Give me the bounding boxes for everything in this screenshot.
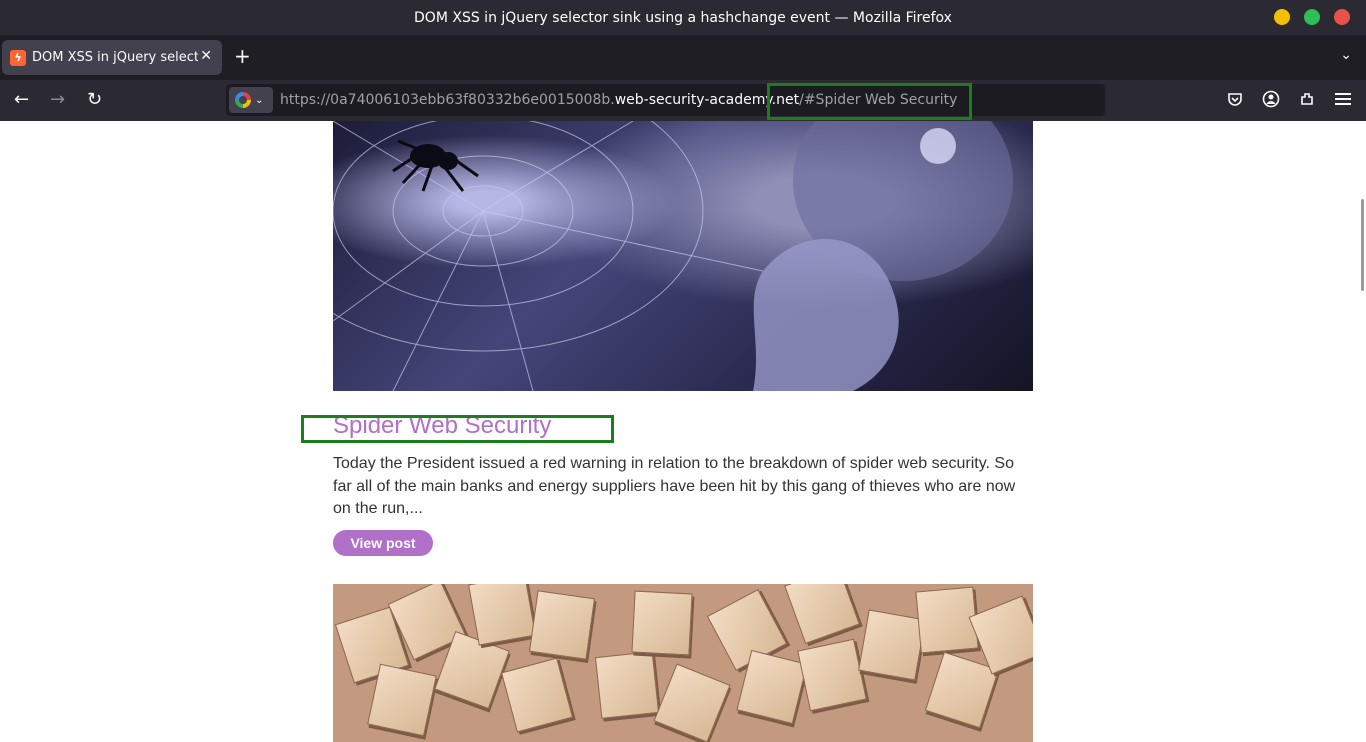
window-title: DOM XSS in jQuery selector sink using a … [414, 9, 952, 26]
back-button[interactable]: ← [14, 90, 29, 110]
tab-strip: ϟ DOM XSS in jQuery selector sink using … [0, 35, 1366, 80]
list-all-tabs-button[interactable]: ⌄ [1340, 47, 1352, 63]
window-controls [1274, 9, 1350, 25]
url-hash-highlight-box [767, 83, 972, 120]
toolbar-icons [1226, 90, 1352, 108]
window-titlebar: DOM XSS in jQuery selector sink using a … [0, 0, 1366, 35]
tab-close-icon[interactable]: ✕ [200, 48, 212, 64]
portswigger-favicon-icon: ϟ [10, 49, 26, 66]
post-image-wooden-blocks [333, 584, 1033, 742]
reload-button[interactable]: ↻ [87, 90, 102, 110]
account-icon[interactable] [1262, 90, 1280, 108]
minimize-button[interactable] [1274, 9, 1290, 25]
maximize-button[interactable] [1304, 9, 1320, 25]
pocket-icon[interactable] [1226, 90, 1244, 108]
navigation-toolbar: ← → ↻ ⌄ https://0a74006103ebb63f80332b6e… [0, 80, 1366, 121]
extensions-icon[interactable] [1298, 90, 1316, 108]
new-tab-button[interactable]: + [234, 46, 251, 66]
menu-icon[interactable] [1334, 90, 1352, 108]
post-summary: Today the President issued a red warning… [333, 455, 1016, 517]
url-bar[interactable]: ⌄ https://0a74006103ebb63f80332b6e001500… [226, 84, 1105, 116]
chevron-down-icon: ⌄ [255, 94, 264, 106]
forward-button[interactable]: → [50, 90, 65, 110]
scrollbar-thumb[interactable] [1361, 199, 1364, 291]
tab-label: DOM XSS in jQuery selector sink using a … [32, 50, 198, 65]
view-post-button[interactable]: View post [333, 530, 433, 556]
post-title-highlight-box [301, 415, 614, 443]
search-engine-button[interactable]: ⌄ [229, 87, 273, 113]
close-window-button[interactable] [1334, 9, 1350, 25]
url-prefix: https://0a74006103ebb63f80332b6e0015008b… [280, 92, 615, 108]
tab-active[interactable]: ϟ DOM XSS in jQuery selector sink using … [2, 40, 222, 75]
page-content: Spider Web Security Today the President … [0, 121, 1366, 742]
post-image-spider-web [333, 121, 1033, 391]
google-icon [235, 92, 251, 108]
